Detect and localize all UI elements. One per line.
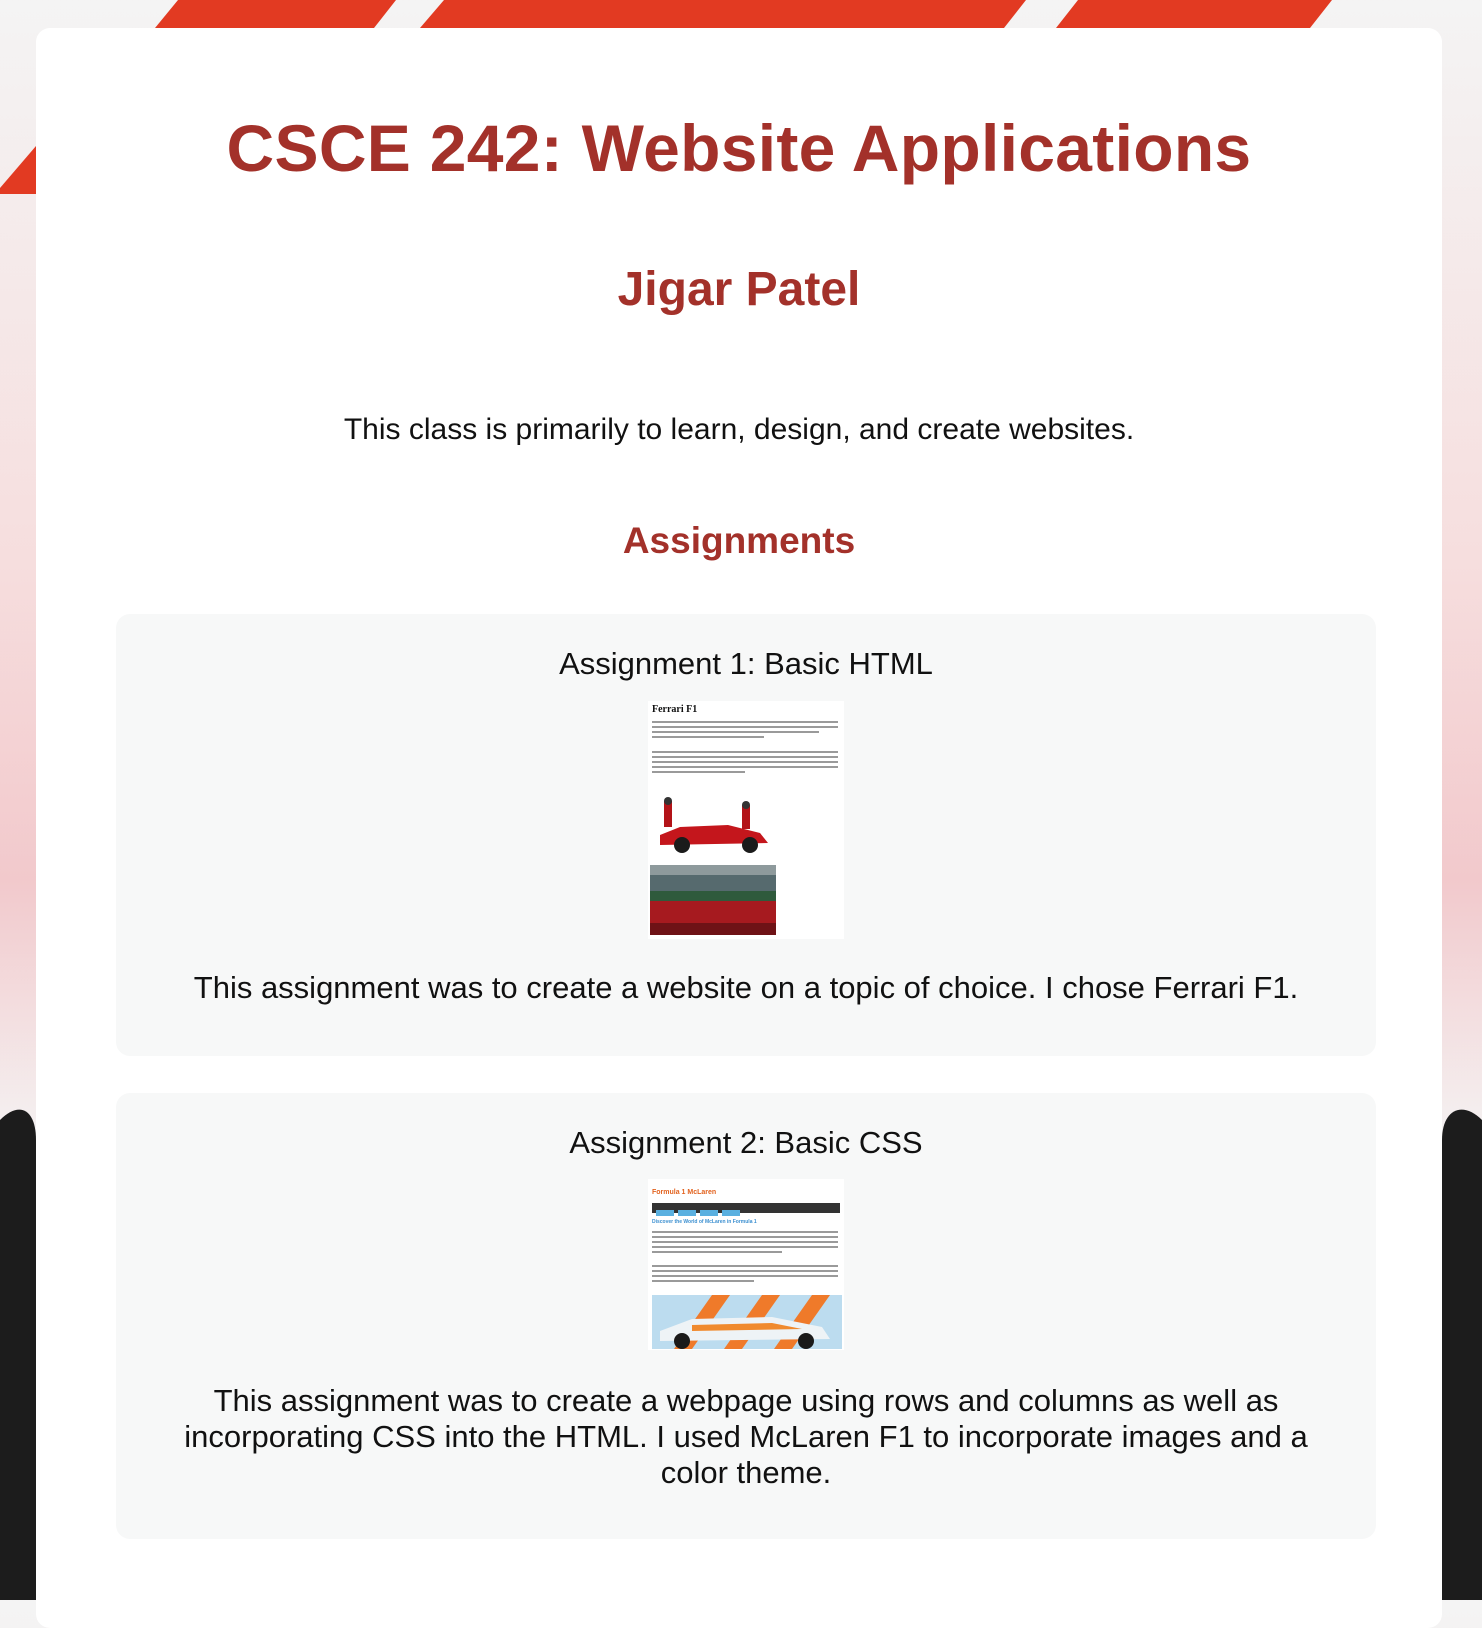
assignment-title: Assignment 2: Basic CSS <box>569 1125 923 1160</box>
assignment-description: This assignment was to create a website … <box>193 970 1299 1005</box>
thumbnail-heading: Ferrari F1 <box>652 704 698 715</box>
team-photo-image <box>650 865 776 935</box>
assignment-title: Assignment 1: Basic HTML <box>559 646 933 681</box>
thumbnail-subheading: Discover the World of McLaren in Formula… <box>652 1219 757 1225</box>
class-description: This class is primarily to learn, design… <box>343 413 1135 446</box>
assignment-card-1: Assignment 1: Basic HTML Ferrari F1 This… <box>116 614 1376 1056</box>
thumbnail-nav-bar <box>652 1203 840 1216</box>
thumbnail-text-lines <box>652 1231 838 1256</box>
thumbnail-text-lines <box>652 751 838 776</box>
assignment-2-screenshot[interactable]: Formula 1 McLaren Discover the World of … <box>648 1179 844 1350</box>
main-card: CSCE 242: Website Applications Jigar Pat… <box>36 28 1442 1628</box>
thumbnail-text-lines <box>652 721 838 741</box>
assignment-description: This assignment was to create a webpage … <box>184 1383 1308 1490</box>
page-title: CSCE 242: Website Applications <box>226 111 1252 185</box>
assignments-heading: Assignments <box>622 520 856 561</box>
author-name: Jigar Patel <box>617 263 861 316</box>
thumbnail-text-lines <box>652 1265 838 1285</box>
mclaren-car-image <box>652 1295 842 1349</box>
race-car-image <box>650 797 774 857</box>
assignment-1-screenshot[interactable]: Ferrari F1 <box>648 701 844 939</box>
assignment-card-2: Assignment 2: Basic CSS Formula 1 McLare… <box>116 1093 1376 1539</box>
thumbnail-heading: Formula 1 McLaren <box>652 1189 717 1196</box>
